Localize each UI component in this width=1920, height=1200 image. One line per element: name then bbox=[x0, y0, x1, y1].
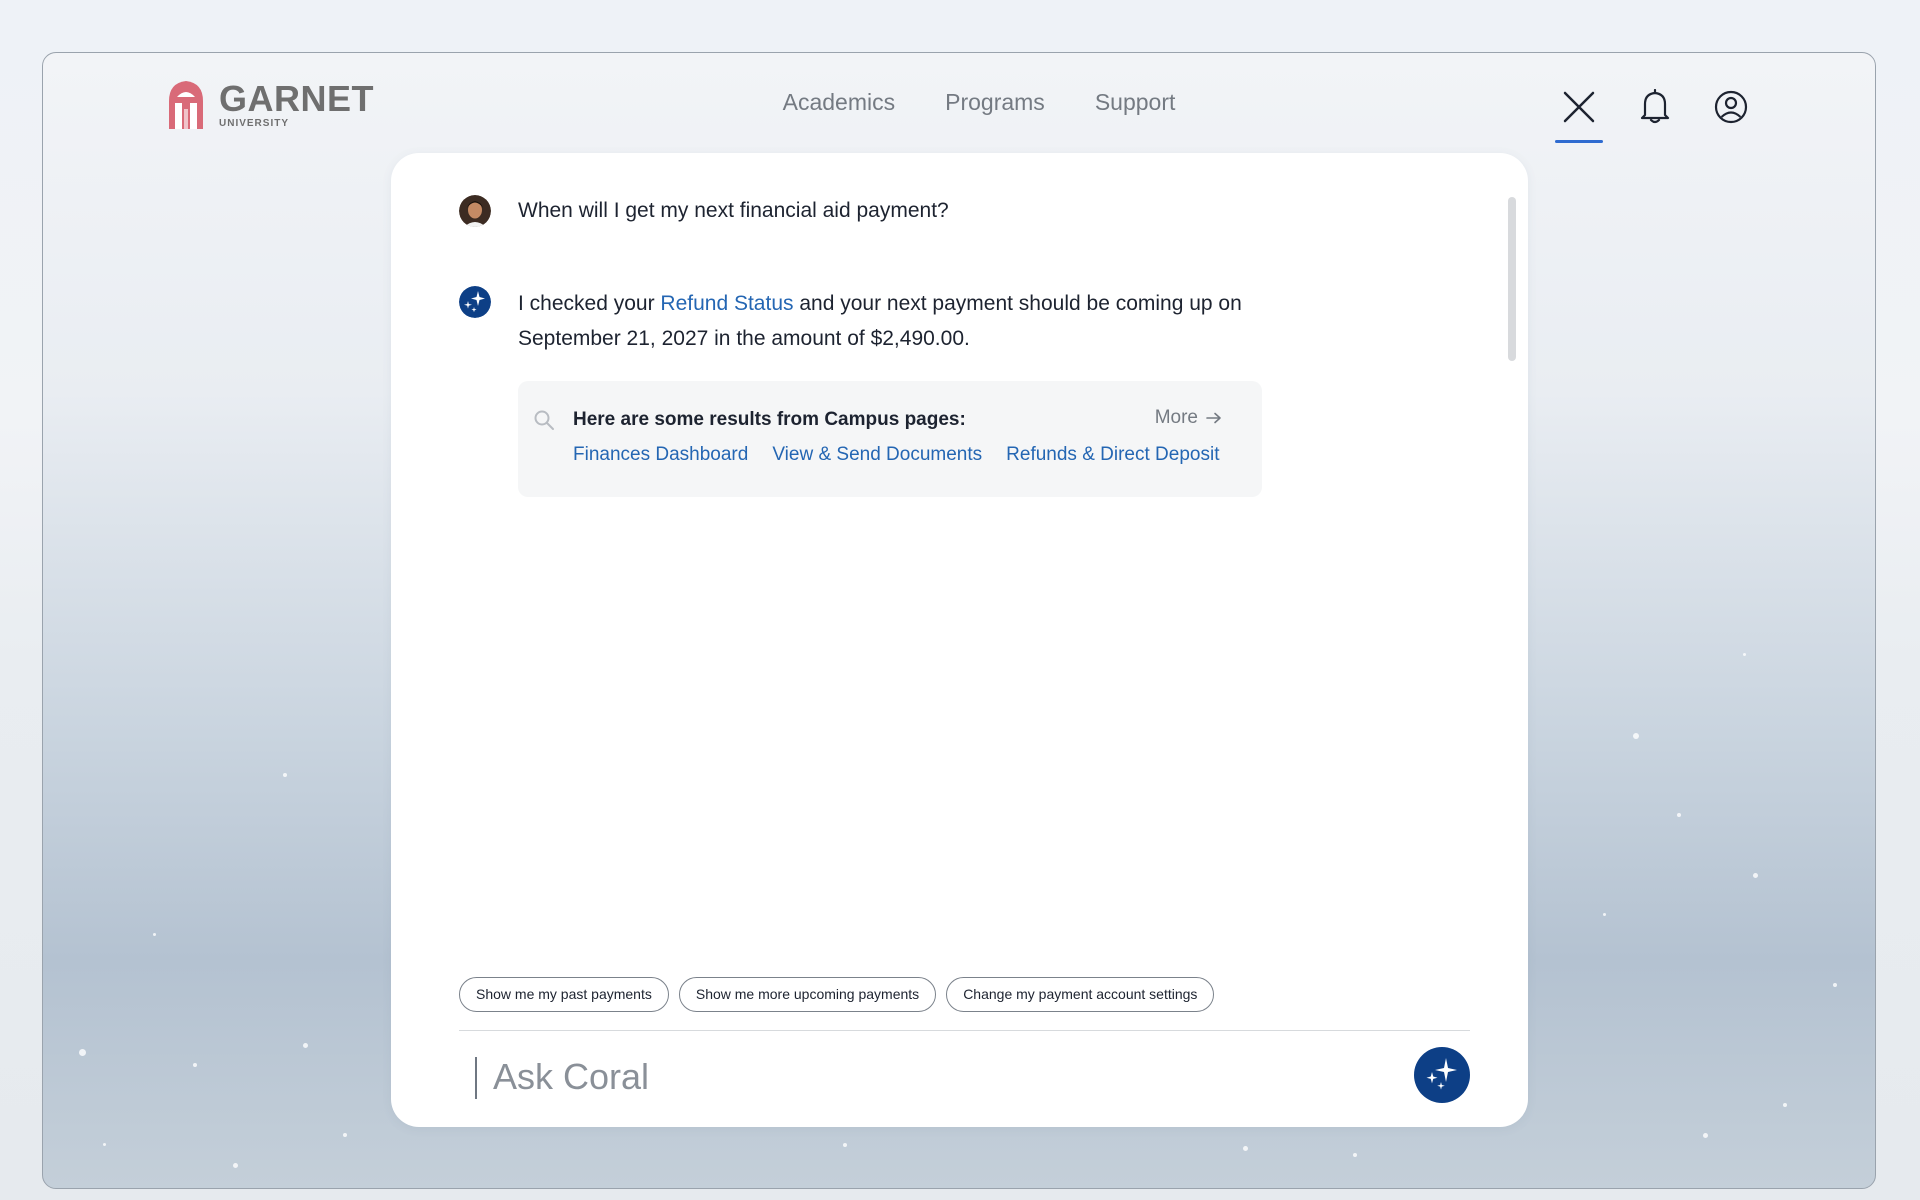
results-title: Here are some results from Campus pages: bbox=[573, 409, 966, 430]
more-results-link[interactable]: More bbox=[1155, 407, 1222, 429]
results-links: Finances Dashboard View & Send Documents… bbox=[573, 444, 1219, 466]
app-window: GARNET UNIVERSITY Academics Programs Sup… bbox=[42, 52, 1876, 1189]
sparkle bbox=[1703, 1133, 1708, 1138]
view-send-documents-link[interactable]: View & Send Documents bbox=[772, 444, 982, 466]
arrow-right-icon bbox=[1206, 412, 1221, 424]
notifications-button[interactable] bbox=[1631, 83, 1679, 131]
refunds-direct-deposit-link[interactable]: Refunds & Direct Deposit bbox=[1006, 444, 1219, 466]
assistant-avatar bbox=[459, 286, 491, 318]
close-icon bbox=[1563, 91, 1595, 123]
sparkle bbox=[843, 1143, 847, 1147]
nav-programs[interactable]: Programs bbox=[945, 89, 1045, 116]
logo-subtitle: UNIVERSITY bbox=[219, 118, 290, 129]
sparkle bbox=[1743, 653, 1746, 656]
user-message-text: When will I get my next financial aid pa… bbox=[518, 199, 949, 222]
close-button[interactable] bbox=[1555, 83, 1603, 143]
sparkle bbox=[193, 1063, 197, 1067]
sparkle bbox=[103, 1143, 106, 1146]
sparkle bbox=[1353, 1153, 1357, 1157]
account-button[interactable] bbox=[1707, 83, 1755, 131]
finances-dashboard-link[interactable]: Finances Dashboard bbox=[573, 444, 748, 466]
ask-input[interactable] bbox=[493, 1051, 1393, 1103]
suggestion-past-payments[interactable]: Show me my past payments bbox=[459, 977, 669, 1012]
user-message: When will I get my next financial aid pa… bbox=[459, 195, 949, 227]
chat-panel: When will I get my next financial aid pa… bbox=[391, 153, 1528, 1127]
header-actions bbox=[1555, 83, 1755, 143]
sparkle bbox=[1603, 913, 1606, 916]
scrollbar[interactable] bbox=[1508, 197, 1516, 361]
assistant-message-text: I checked your Refund Status and your ne… bbox=[518, 286, 1259, 356]
sparkle bbox=[153, 933, 156, 936]
user-avatar bbox=[459, 195, 491, 227]
sparkle-icon bbox=[459, 286, 491, 318]
bell-icon bbox=[1640, 89, 1670, 124]
suggestion-account-settings[interactable]: Change my payment account settings bbox=[946, 977, 1215, 1012]
account-icon bbox=[1714, 90, 1748, 124]
nav-support[interactable]: Support bbox=[1095, 89, 1176, 116]
sparkle bbox=[1633, 733, 1639, 739]
text-caret bbox=[475, 1057, 477, 1099]
assistant-message: I checked your Refund Status and your ne… bbox=[459, 286, 1259, 356]
sparkle-icon bbox=[1426, 1058, 1457, 1090]
refund-status-link[interactable]: Refund Status bbox=[660, 292, 793, 315]
sparkle bbox=[233, 1163, 238, 1168]
sparkle bbox=[303, 1043, 308, 1048]
send-button[interactable] bbox=[1414, 1047, 1470, 1103]
search-icon bbox=[534, 410, 554, 430]
sparkle bbox=[1833, 983, 1837, 987]
suggestion-upcoming-payments[interactable]: Show me more upcoming payments bbox=[678, 977, 937, 1012]
campus-results-card: Here are some results from Campus pages:… bbox=[518, 381, 1262, 497]
sparkle bbox=[1243, 1146, 1248, 1151]
sparkle bbox=[283, 773, 287, 777]
more-label: More bbox=[1154, 407, 1198, 428]
nav-academics[interactable]: Academics bbox=[783, 89, 895, 116]
sparkle bbox=[1753, 873, 1758, 878]
input-divider bbox=[459, 1030, 1470, 1031]
sparkle bbox=[1677, 813, 1681, 817]
suggestion-chips: Show me my past payments Show me more up… bbox=[459, 977, 1215, 1012]
sparkle bbox=[79, 1049, 86, 1056]
message-text-before: I checked your bbox=[518, 292, 661, 315]
sparkle bbox=[1783, 1103, 1787, 1107]
sparkle bbox=[343, 1133, 347, 1137]
chat-input-bar bbox=[459, 1047, 1470, 1107]
